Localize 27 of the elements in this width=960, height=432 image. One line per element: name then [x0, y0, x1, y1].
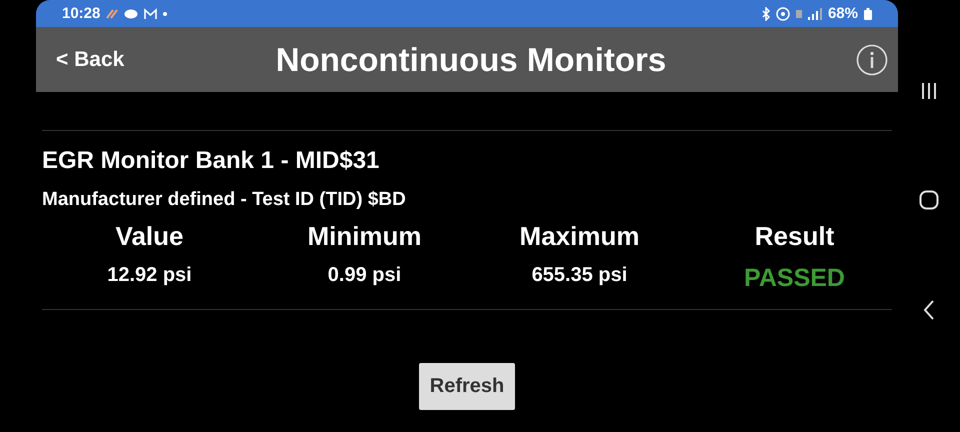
- back-button[interactable]: < Back: [56, 48, 256, 72]
- hotspot-icon: [776, 6, 790, 20]
- column-header: Minimum: [306, 221, 423, 252]
- monitor-title: EGR Monitor Bank 1 - MID$31: [42, 147, 380, 175]
- monitor-subtitle: Manufacturer defined - Test ID (TID) $BD: [42, 189, 407, 211]
- battery-percent: 68%: [828, 5, 858, 22]
- back-icon[interactable]: [923, 300, 935, 320]
- info-icon[interactable]: [856, 44, 888, 76]
- dot-icon: [163, 12, 168, 16]
- column-header: Result: [754, 221, 836, 252]
- value-cell-text: 655.35 psi: [530, 264, 628, 288]
- recent-apps-icon[interactable]: [920, 82, 938, 100]
- result-status: PASSED: [743, 264, 846, 293]
- value-cell-text: 12.92 psi: [106, 264, 193, 288]
- stripes-icon: [106, 8, 118, 20]
- status-time: 10:28: [62, 5, 100, 22]
- bluetooth-icon: [762, 6, 770, 20]
- battery-icon: [864, 8, 872, 20]
- column-header: Value: [114, 221, 184, 252]
- column-header: Maximum: [518, 221, 640, 252]
- refresh-button[interactable]: Refresh: [418, 363, 516, 410]
- mail-icon: [144, 8, 158, 20]
- value-cell-text: 0.99 psi: [326, 264, 402, 288]
- cloud-icon: [124, 8, 138, 18]
- signal-icon: [808, 8, 822, 20]
- page-title: Noncontinuous Monitors: [274, 40, 668, 78]
- home-icon[interactable]: [919, 190, 939, 210]
